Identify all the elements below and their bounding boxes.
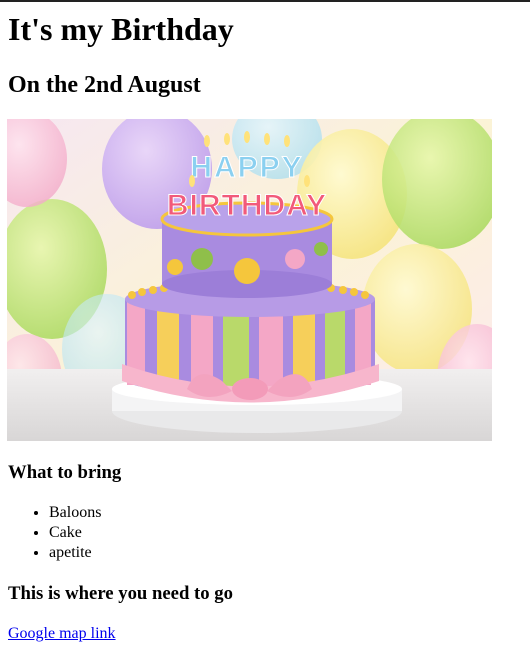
what-to-bring-heading: What to bring <box>8 462 122 483</box>
page-title: It's my Birthday <box>8 11 234 47</box>
event-date-heading: On the 2nd August <box>8 72 201 98</box>
google-map-link[interactable]: Google map link <box>8 624 116 644</box>
location-heading: This is where you need to go <box>8 583 233 604</box>
cake-topper-line1: HAPPY <box>190 151 303 184</box>
birthday-cake-image: HAPPY BIRTHDAY <box>7 119 492 441</box>
cake-topper-line2: BIRTHDAY <box>167 189 327 222</box>
list-item: apetite <box>49 543 101 563</box>
list-item: Baloons <box>49 503 101 523</box>
list-item: Cake <box>49 523 101 543</box>
bring-list: Baloons Cake apetite <box>8 503 101 563</box>
window-top-border <box>0 0 530 2</box>
